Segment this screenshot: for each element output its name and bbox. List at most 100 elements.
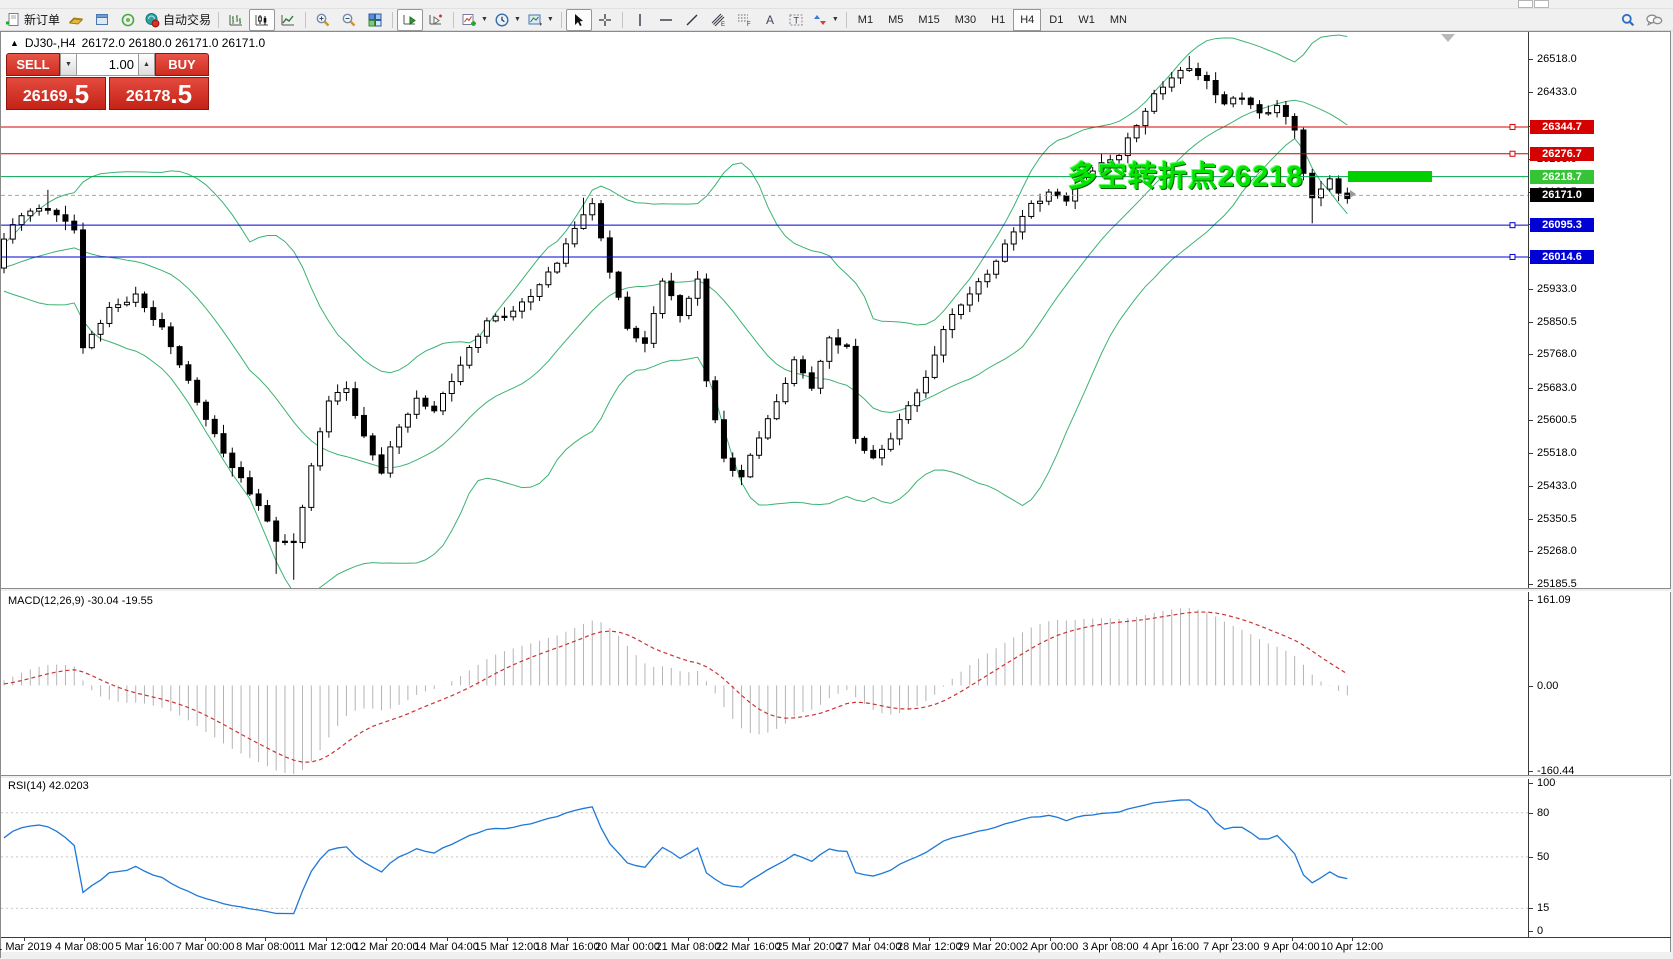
candle-body — [950, 314, 955, 329]
candle-body — [1319, 189, 1324, 198]
candle-body — [37, 209, 42, 212]
time-label: 5 Mar 16:00 — [115, 941, 174, 953]
candle-body — [616, 272, 621, 297]
bollinger-lower-band — [4, 139, 1347, 598]
time-label: 10 Apr 12:00 — [1321, 941, 1383, 953]
buy-button[interactable]: BUY — [155, 53, 209, 76]
candle-body — [985, 274, 990, 281]
candle-body — [730, 458, 735, 470]
candle-body — [89, 334, 94, 347]
time-label: 4 Mar 08:00 — [55, 941, 114, 953]
sell-price-display[interactable]: 26169 .5 — [6, 77, 106, 110]
price-tick: 25600.5 — [1537, 414, 1577, 426]
time-tickmark — [748, 938, 749, 941]
hline-handle[interactable] — [1510, 151, 1515, 156]
candle-body — [1152, 94, 1157, 112]
candle-body — [1029, 203, 1034, 216]
price-badge-26344.7: 26344.7 — [1530, 120, 1594, 134]
chart-shift-marker[interactable] — [1441, 34, 1455, 42]
candle-body — [888, 439, 893, 449]
volume-decrease-button[interactable]: ▼ — [60, 53, 77, 76]
time-tickmark — [326, 938, 327, 941]
candle-body — [686, 298, 691, 315]
rsi-axis-tickmark — [1529, 857, 1533, 858]
turning-point-annotation[interactable]: 多空转折点26218 — [1068, 153, 1304, 195]
volume-increase-button[interactable]: ▲ — [138, 53, 155, 76]
buy-price-display[interactable]: 26178 .5 — [109, 77, 209, 110]
candle-body — [63, 215, 68, 221]
candle-body — [476, 336, 481, 347]
hline-handle[interactable] — [1510, 223, 1515, 228]
time-label: 14 Mar 04:00 — [414, 941, 479, 953]
candle-body — [748, 455, 753, 477]
candle-body — [1134, 126, 1139, 138]
price-tick: 25850.5 — [1537, 316, 1577, 328]
candle-body — [19, 216, 24, 225]
candle-body — [239, 468, 244, 478]
time-label: 7 Apr 23:00 — [1203, 941, 1259, 953]
last-price-arrow-icon — [1350, 190, 1356, 198]
price-axis-border — [1528, 32, 1529, 938]
candle-body — [1187, 69, 1192, 71]
candle-body — [247, 478, 252, 494]
main-chart-plot[interactable] — [2, 35, 1350, 598]
time-label: 12 Mar 20:00 — [354, 941, 419, 953]
time-tickmark — [1352, 938, 1353, 941]
candle-body — [282, 541, 287, 542]
candle-body — [397, 427, 402, 447]
candle-body — [405, 414, 410, 427]
price-tickmark — [1529, 59, 1533, 60]
candle-body — [142, 294, 147, 308]
time-tickmark — [929, 938, 930, 941]
candle-body — [1196, 69, 1201, 76]
sell-button[interactable]: SELL — [6, 53, 60, 76]
time-tickmark — [265, 938, 266, 941]
candle-body — [1248, 98, 1253, 105]
candle-body — [897, 420, 902, 439]
time-label: 18 Mar 16:00 — [535, 941, 600, 953]
time-label: 4 Apr 16:00 — [1143, 941, 1199, 953]
time-tickmark — [688, 938, 689, 941]
price-tick: 25350.5 — [1537, 513, 1577, 525]
rsi-plot — [1, 800, 1528, 914]
rsi-axis-tickmark — [1529, 813, 1533, 814]
candle-body — [906, 406, 911, 420]
candle-body — [458, 365, 463, 381]
candle-body — [818, 361, 823, 388]
hline-handle[interactable] — [1510, 254, 1515, 259]
candle-body — [493, 316, 498, 321]
candle-body — [1204, 76, 1209, 81]
candle-body — [660, 281, 665, 313]
candle-body — [590, 204, 595, 215]
price-tickmark — [1529, 322, 1533, 323]
hline-handle[interactable] — [1510, 124, 1515, 129]
chart-canvas[interactable] — [0, 0, 1673, 959]
candle-body — [1038, 201, 1043, 203]
macd-panel-divider[interactable] — [1, 588, 1671, 592]
buy-price-pips: .5 — [170, 81, 192, 107]
candle-body — [54, 210, 59, 214]
price-badge-26095.3: 26095.3 — [1530, 218, 1594, 232]
candle-body — [994, 261, 999, 274]
candle-body — [511, 311, 516, 317]
candle-body — [1143, 111, 1148, 125]
price-badge-26171.0: 26171.0 — [1530, 188, 1594, 202]
rsi-axis-tick: 100 — [1537, 777, 1555, 789]
rsi-panel-divider[interactable] — [1, 775, 1671, 779]
candle-body — [800, 360, 805, 373]
candle-body — [721, 420, 726, 458]
volume-input[interactable]: 1.00 — [77, 53, 138, 76]
candle-body — [967, 294, 972, 305]
turning-point-highlight-bar[interactable] — [1348, 171, 1432, 182]
price-tickmark — [1529, 453, 1533, 454]
price-tickmark — [1529, 289, 1533, 290]
price-tick: 25268.0 — [1537, 545, 1577, 557]
candle-body — [1178, 70, 1183, 78]
time-label: 9 Apr 04:00 — [1263, 941, 1319, 953]
macd-axis-tickmark — [1529, 600, 1533, 601]
price-tick: 25933.0 — [1537, 283, 1577, 295]
candle-body — [151, 308, 156, 320]
candle-body — [1222, 95, 1227, 104]
candle-body — [1266, 113, 1271, 114]
candle-body — [757, 438, 762, 455]
